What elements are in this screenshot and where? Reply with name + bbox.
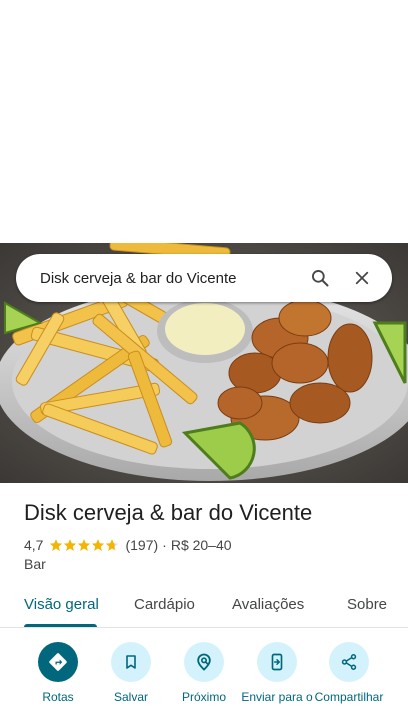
share-label: Compartilhar	[314, 690, 384, 704]
close-icon[interactable]	[344, 260, 380, 296]
share-button[interactable]: Compartilhar	[309, 642, 389, 704]
rating-value: 4,7	[24, 537, 44, 553]
bookmark-icon[interactable]	[111, 642, 151, 682]
tab-overview[interactable]: Visão geral	[24, 596, 99, 613]
tab-reviews[interactable]: Avaliações	[232, 596, 304, 613]
rating-row[interactable]: 4,7 (197) · R$ 20–40	[24, 536, 232, 554]
separator: ·	[162, 537, 167, 553]
send-to-phone-icon[interactable]	[257, 642, 297, 682]
star-icon	[50, 539, 63, 551]
active-tab-indicator	[24, 624, 97, 627]
directions-icon[interactable]	[38, 642, 78, 682]
save-label: Salvar	[113, 690, 148, 704]
nearby-button[interactable]: Próximo	[164, 642, 244, 704]
send-to-phone-button[interactable]: Enviar para o	[237, 642, 317, 704]
nearby-label: Próximo	[181, 690, 226, 704]
save-button[interactable]: Salvar	[91, 642, 171, 704]
search-icon[interactable]	[302, 260, 338, 296]
star-icon	[92, 539, 105, 551]
price-range: R$ 20–40	[170, 537, 232, 553]
nearby-icon[interactable]	[184, 642, 224, 682]
action-bar: Rotas Salvar Próximo Enviar para o Compa…	[0, 640, 408, 726]
tab-bar: Visão geral Cardápio Avaliações Sobre	[0, 586, 408, 628]
star-icon	[64, 539, 77, 551]
directions-label: Rotas	[42, 690, 74, 704]
tab-menu[interactable]: Cardápio	[134, 596, 195, 613]
directions-button[interactable]: Rotas	[18, 642, 98, 704]
rating-stars	[49, 538, 119, 552]
search-bar[interactable]: Disk cerveja & bar do Vicente	[16, 254, 392, 302]
review-count[interactable]: (197)	[125, 537, 158, 553]
map-area-blank	[0, 0, 408, 243]
share-icon[interactable]	[329, 642, 369, 682]
search-input[interactable]: Disk cerveja & bar do Vicente	[40, 270, 296, 287]
star-icon	[78, 539, 91, 551]
tab-about[interactable]: Sobre	[347, 596, 387, 613]
place-name: Disk cerveja & bar do Vicente	[24, 500, 313, 525]
send-to-phone-label: Enviar para o	[241, 690, 313, 704]
place-category[interactable]: Bar	[24, 556, 46, 572]
star-half-icon	[106, 539, 119, 551]
